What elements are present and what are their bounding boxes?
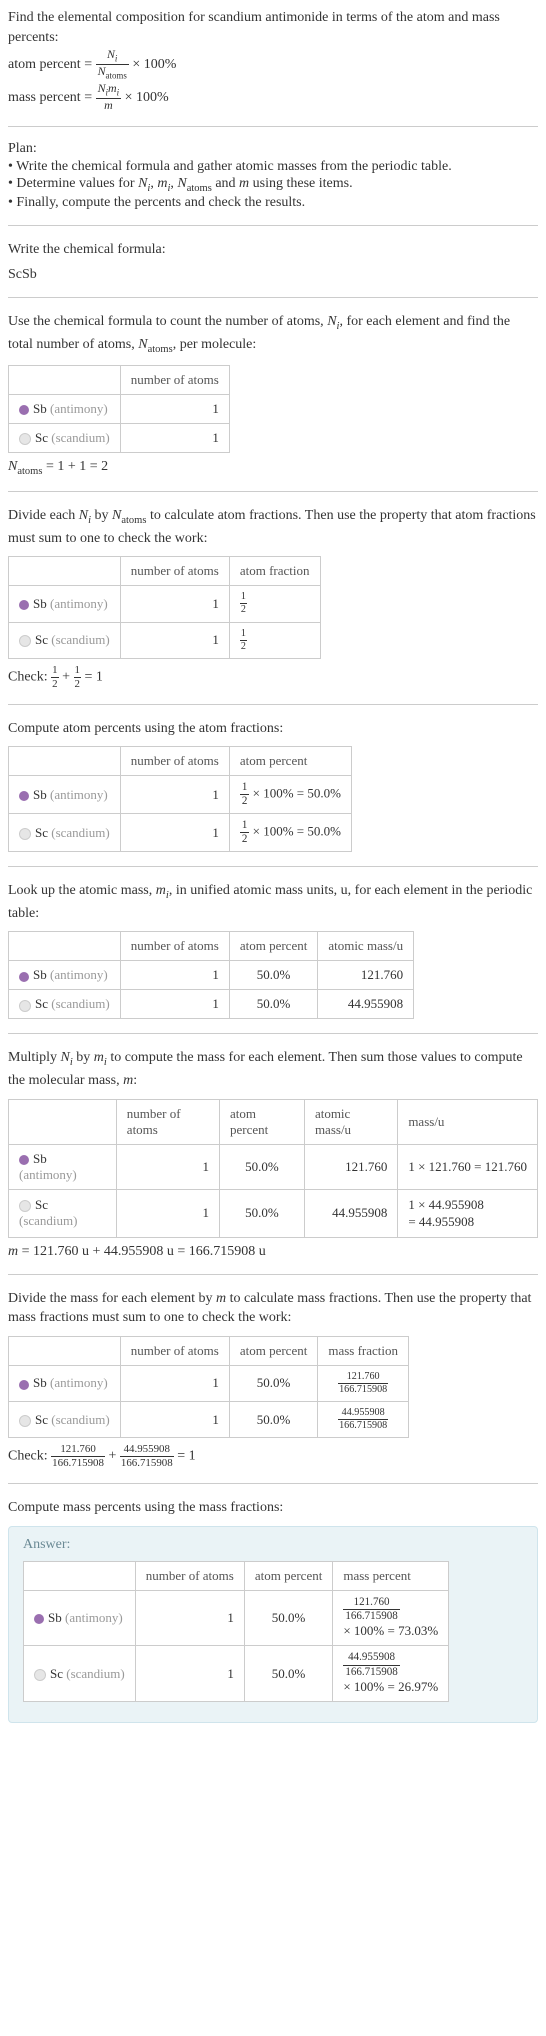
- mass-fraction-table: number of atoms atom percent mass fracti…: [8, 1336, 409, 1439]
- table-row: Sc (scandium) 1 50.0% 44.955908: [9, 990, 414, 1019]
- plan-item: • Determine values for Ni, mi, Natoms an…: [8, 176, 538, 194]
- table-header-row: number of atoms atom percent: [9, 747, 352, 776]
- section-text: Compute atom percents using the atom fra…: [8, 719, 538, 739]
- divider: [8, 126, 538, 127]
- section-text: Look up the atomic mass, mi, in unified …: [8, 881, 538, 923]
- table-row: Sb (antimony) 1 50.0% 121.760 1 × 121.76…: [9, 1144, 538, 1189]
- col-number-of-atoms: number of atoms: [120, 366, 229, 395]
- color-swatch: [34, 1669, 46, 1681]
- color-swatch: [19, 1200, 31, 1212]
- table-header-row: number of atoms atom percent mass percen…: [24, 1561, 449, 1590]
- table-header-row: number of atoms atom percent mass fracti…: [9, 1336, 409, 1365]
- color-swatch: [19, 635, 31, 647]
- m-total: m = 121.760 u + 44.955908 u = 166.715908…: [8, 1244, 538, 1260]
- divider: [8, 491, 538, 492]
- divider: [8, 1483, 538, 1484]
- plan-title: Plan:: [8, 141, 538, 157]
- atom-fraction-table: number of atoms atom fraction Sb (antimo…: [8, 556, 321, 659]
- fraction: Ni Natoms: [96, 49, 129, 81]
- color-swatch: [19, 1155, 29, 1165]
- table-header-row: number of atoms: [9, 366, 230, 395]
- mass-percent-formula: mass percent = Nimi m × 100%: [8, 83, 538, 112]
- intro-block: Find the elemental composition for scand…: [8, 8, 538, 112]
- mass-table: number of atoms atom percent atomic mass…: [8, 1099, 538, 1238]
- table-header-row: number of atoms atom percent atomic mass…: [9, 932, 414, 961]
- table-row: Sc (scandium) 1 50.0% 44.955908 1 × 44.9…: [9, 1189, 538, 1237]
- plan-item: • Finally, compute the percents and chec…: [8, 195, 538, 211]
- section-title: Write the chemical formula:: [8, 240, 538, 260]
- table-row: Sb (antimony) 1 50.0% 121.760166.715908 …: [24, 1590, 449, 1646]
- color-swatch: [19, 405, 29, 415]
- answer-box: Answer: number of atoms atom percent mas…: [8, 1526, 538, 1723]
- atom-percent-formula: atom percent = Ni Natoms × 100%: [8, 49, 538, 81]
- intro-text: Find the elemental composition for scand…: [8, 8, 538, 47]
- color-swatch: [19, 600, 29, 610]
- section-text: Divide each Ni by Natoms to calculate at…: [8, 506, 538, 548]
- table-header-row: number of atoms atom percent atomic mass…: [9, 1099, 538, 1144]
- divider: [8, 1274, 538, 1275]
- divider: [8, 704, 538, 705]
- divider: [8, 297, 538, 298]
- table-row: Sc (scandium) 1 50.0% 44.955908166.71590…: [9, 1402, 409, 1438]
- answer-label: Answer:: [23, 1537, 523, 1553]
- table-row: Sc (scandium) 1 12 × 100% = 50.0%: [9, 814, 352, 852]
- atom-percent-table: number of atoms atom percent Sb (antimon…: [8, 746, 352, 852]
- color-swatch: [19, 791, 29, 801]
- color-swatch: [19, 1000, 31, 1012]
- divider: [8, 1033, 538, 1034]
- divider: [8, 225, 538, 226]
- table-row: Sb (antimony) 1: [9, 395, 230, 424]
- check-line: Check: 121.760166.715908 + 44.955908166.…: [8, 1444, 538, 1469]
- answer-table: number of atoms atom percent mass percen…: [23, 1561, 449, 1702]
- check-line: Check: 12 + 12 = 1: [8, 665, 538, 690]
- color-swatch: [19, 1380, 29, 1390]
- n-atoms-total: Natoms = 1 + 1 = 2: [8, 459, 538, 477]
- table-row: Sb (antimony) 1 12: [9, 586, 321, 622]
- section-text: Divide the mass for each element by m to…: [8, 1289, 538, 1328]
- color-swatch: [19, 433, 31, 445]
- chemical-formula: ScSb: [8, 267, 538, 283]
- plan-item: • Write the chemical formula and gather …: [8, 159, 538, 175]
- plan-block: Plan: • Write the chemical formula and g…: [8, 141, 538, 211]
- section-text: Compute mass percents using the mass fra…: [8, 1498, 538, 1518]
- table-row: Sc (scandium) 1 50.0% 44.955908166.71590…: [24, 1646, 449, 1702]
- atom-count-table: number of atoms Sb (antimony) 1 Sc (scan…: [8, 365, 230, 453]
- section-text: Use the chemical formula to count the nu…: [8, 312, 538, 357]
- table-row: Sb (antimony) 1 50.0% 121.760: [9, 961, 414, 990]
- table-row: Sb (antimony) 1 50.0% 121.760166.715908: [9, 1365, 409, 1401]
- table-row: Sb (antimony) 1 12 × 100% = 50.0%: [9, 776, 352, 814]
- table-header-row: number of atoms atom fraction: [9, 557, 321, 586]
- section-text: Multiply Ni by mi to compute the mass fo…: [8, 1048, 538, 1090]
- color-swatch: [19, 972, 29, 982]
- divider: [8, 866, 538, 867]
- table-row: Sc (scandium) 1 12: [9, 622, 321, 658]
- color-swatch: [19, 1415, 31, 1427]
- color-swatch: [19, 828, 31, 840]
- atomic-mass-table: number of atoms atom percent atomic mass…: [8, 931, 414, 1019]
- fraction: Nimi m: [96, 83, 122, 112]
- table-row: Sc (scandium) 1: [9, 424, 230, 453]
- color-swatch: [34, 1614, 44, 1624]
